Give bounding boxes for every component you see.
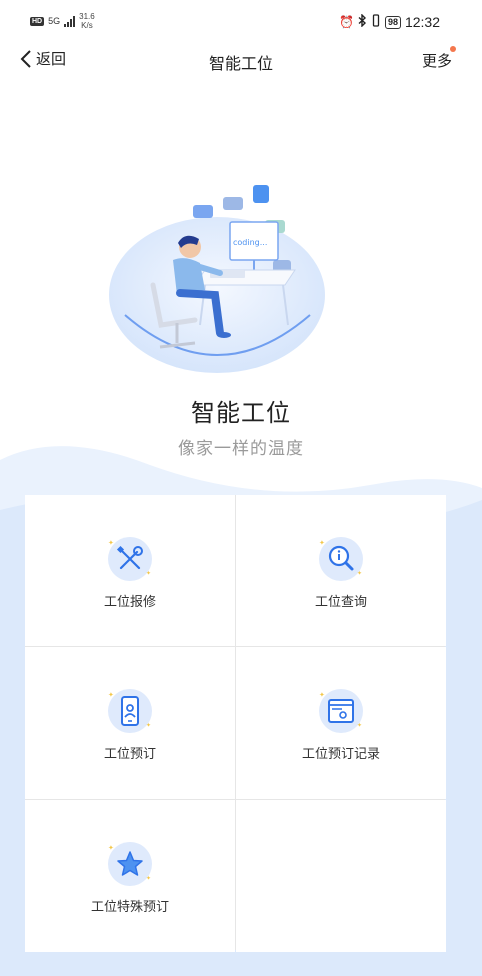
star-icon: ✦ ✦ (108, 842, 152, 886)
monitor-screen-text: coding... (233, 238, 267, 247)
svg-text:✦: ✦ (108, 844, 114, 852)
page-title: 智能工位 (208, 56, 273, 73)
grid-item-label: 工位预订记录 (301, 746, 380, 761)
status-right: ⏰ 98 12:32 (338, 13, 440, 30)
speed-unit: K/s (81, 21, 93, 30)
svg-text:✦: ✦ (146, 875, 151, 882)
network-speed: 31.6 K/s (79, 12, 95, 30)
grid-item-booking[interactable]: ✦ ✦ 工位预订 (25, 647, 235, 799)
grid-item-label: 工位查询 (314, 594, 367, 609)
hd-badge: HD (30, 16, 45, 26)
hero-title: 智能工位 (191, 400, 291, 427)
svg-text:✦: ✦ (108, 691, 114, 699)
network-type: 5G (48, 15, 61, 26)
phone-user-icon: ✦ ✦ (108, 689, 152, 733)
vibrate-icon (371, 14, 381, 30)
svg-text:✦: ✦ (319, 539, 325, 547)
nav-bar: 返回 智能工位 更多 (0, 44, 482, 76)
bluetooth-icon (358, 13, 367, 30)
feature-grid: ✦ ✦ 工位报修 ✦ ✦ 工位查询 ✦ ✦ 工位预订 ✦ ✦ 工位预订记录 ✦ … (25, 495, 446, 952)
svg-text:✦: ✦ (319, 691, 325, 699)
alarm-icon: ⏰ (338, 15, 354, 29)
grid-item-special-booking[interactable]: ✦ ✦ 工位特殊预订 (25, 800, 235, 952)
svg-text:✦: ✦ (146, 722, 151, 729)
notification-dot (450, 46, 456, 52)
status-bar: HD 5G 31.6 K/s ⏰ 98 12:32 (0, 0, 482, 44)
screen-user-icon: ✦ ✦ (319, 689, 363, 733)
workstation-illustration: coding... (109, 185, 325, 373)
grid-item-label: 工位特殊预订 (90, 899, 169, 914)
grid-item-label: 工位预订 (103, 746, 156, 761)
signal-icon (64, 15, 76, 27)
wrench-screwdriver-icon: ✦ ✦ (108, 537, 152, 581)
grid-item-label: 工位报修 (103, 594, 156, 609)
grid-item-empty (236, 800, 446, 952)
battery-icon: 98 (384, 15, 401, 29)
clock: 12:32 (404, 14, 440, 30)
grid-item-booking-records[interactable]: ✦ ✦ 工位预订记录 (236, 647, 446, 799)
speed-value: 31.6 (79, 12, 95, 21)
more-button[interactable]: 更多 (422, 50, 452, 71)
status-left: HD 5G 31.6 K/s (30, 12, 95, 30)
svg-text:✦: ✦ (108, 539, 114, 547)
svg-text:✦: ✦ (357, 722, 362, 729)
svg-text:✦: ✦ (357, 570, 362, 577)
svg-text:✦: ✦ (146, 570, 151, 577)
grid-item-query[interactable]: ✦ ✦ 工位查询 (236, 495, 446, 646)
magnifier-icon: ✦ ✦ (319, 537, 363, 581)
grid-item-repair[interactable]: ✦ ✦ 工位报修 (25, 495, 235, 646)
